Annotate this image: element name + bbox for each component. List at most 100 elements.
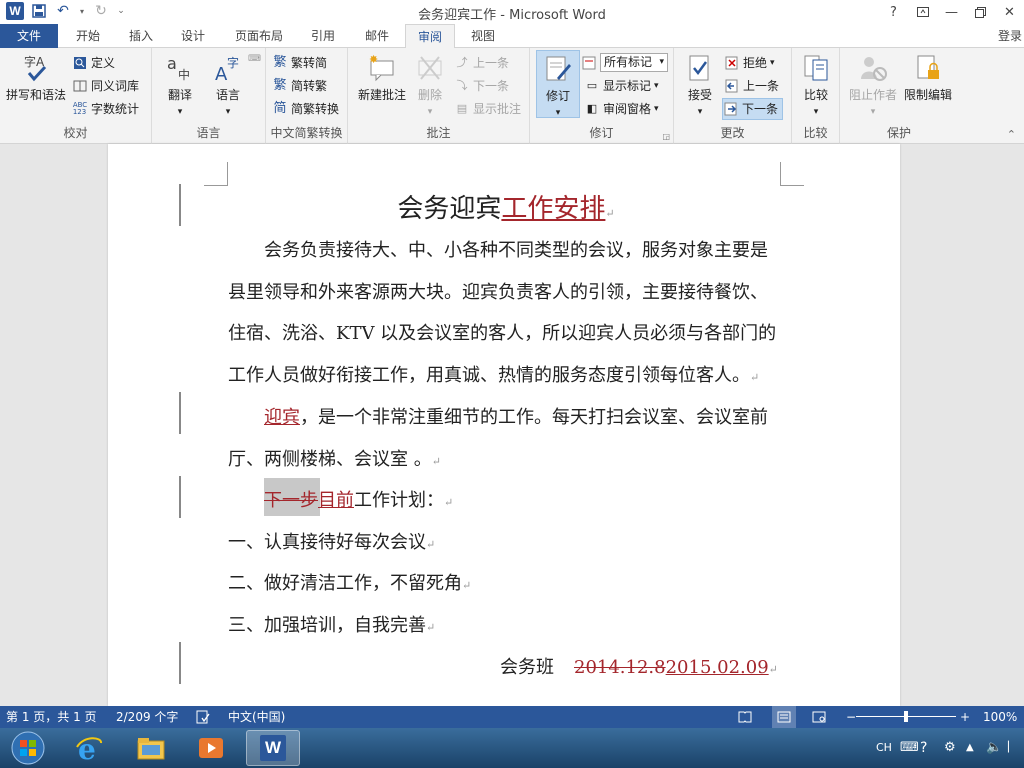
- tab-review[interactable]: 审阅: [405, 24, 455, 49]
- lock-document-icon: [912, 52, 944, 84]
- thesaurus-button[interactable]: 同义词库: [72, 75, 139, 97]
- translate-button[interactable]: a中 翻译 ▾: [156, 52, 204, 117]
- settings-tray-icon[interactable]: ⚙: [944, 728, 956, 768]
- taskbar: e W CH ⌨ ? ⚙ ▲ 🔈 ▏: [0, 728, 1024, 768]
- page-indicator[interactable]: 第 1 页，共 1 页: [6, 706, 97, 728]
- taskbar-media-player-icon[interactable]: [184, 730, 238, 766]
- help-tray-icon[interactable]: ?: [920, 728, 927, 768]
- track-changes-button[interactable]: 修订 ▾: [536, 50, 580, 118]
- language-indicator[interactable]: 中文(中国): [228, 706, 285, 728]
- proofing-status-icon[interactable]: [196, 706, 210, 728]
- paragraph-1-line-1[interactable]: 会务负责接待大、中、小各种不同类型的会议，服务对象主要是: [228, 236, 784, 262]
- list-item-2[interactable]: 二、做好清洁工作，不留死角↵: [228, 569, 784, 595]
- tab-home[interactable]: 开始: [64, 24, 112, 48]
- spelling-label: 拼写和语法: [5, 88, 66, 102]
- ribbon: 字A 拼写和语法 定义 同义词库 ABC 123 字数统计 校对 a中 翻译 ▾ A…: [0, 48, 1024, 144]
- group-chinese-conversion: 繁 繁转简 繁 简转繁 简 简繁转换 中文简繁转换: [266, 48, 348, 144]
- paragraph-mark: ↵: [750, 371, 760, 384]
- markup-icon: [582, 56, 596, 73]
- define-icon: [72, 55, 88, 71]
- paragraph-2-line-2[interactable]: 厅、两侧楼梯、会议室 。↵: [228, 445, 784, 471]
- accept-button[interactable]: 接受 ▾: [678, 52, 722, 117]
- keyboard-icon[interactable]: ⌨: [900, 728, 919, 768]
- group-protect: 阻止作者 ▾ 限制编辑 保护: [840, 48, 958, 144]
- previous-comment-button[interactable]: ⤴ 上一条: [454, 52, 510, 74]
- zoom-in-icon[interactable]: +: [960, 706, 970, 728]
- to-traditional-button[interactable]: 繁 繁转简: [272, 52, 327, 74]
- show-comments-button[interactable]: ▤ 显示批注: [454, 98, 521, 120]
- taskbar-ie-icon[interactable]: e: [62, 730, 116, 766]
- new-comment-button[interactable]: ✸ 新建批注: [354, 52, 410, 103]
- reject-button[interactable]: 拒绝 ▾: [724, 52, 775, 74]
- help-icon[interactable]: ?: [879, 0, 908, 24]
- taskbar-explorer-icon[interactable]: [124, 730, 178, 766]
- reject-icon: [724, 55, 740, 71]
- tab-design[interactable]: 设计: [170, 24, 216, 48]
- collapse-ribbon-icon[interactable]: ⌃: [1007, 128, 1016, 141]
- define-button[interactable]: 定义: [72, 52, 115, 74]
- show-desktop-icon[interactable]: ▏: [1008, 728, 1022, 768]
- zoom-out-icon[interactable]: −: [846, 706, 856, 728]
- convert-button[interactable]: 简 简繁转换: [272, 98, 339, 120]
- ribbon-tabs: 文件 开始 插入 设计 页面布局 引用 邮件 审阅 视图 登录: [0, 24, 1024, 49]
- show-comments-icon: ▤: [456, 102, 468, 115]
- spelling-grammar-button[interactable]: 字A 拼写和语法: [4, 52, 68, 103]
- tab-view[interactable]: 视图: [460, 24, 506, 48]
- next-change-button[interactable]: 下一条: [722, 98, 784, 120]
- web-layout-icon[interactable]: [812, 706, 826, 728]
- tab-file[interactable]: 文件: [0, 24, 58, 48]
- taskbar-word-icon[interactable]: W: [246, 730, 300, 766]
- word-count-indicator[interactable]: 2/209 个字: [116, 706, 178, 728]
- show-hidden-icons-icon[interactable]: ▲: [966, 728, 974, 768]
- changes-group-label: 更改: [720, 126, 745, 140]
- document-title[interactable]: 会务迎宾工作安排↵: [228, 188, 784, 225]
- paragraph-3[interactable]: 下一步目前工作计划：↵: [228, 486, 784, 512]
- zoom-slider-thumb[interactable]: [904, 711, 908, 722]
- print-layout-icon[interactable]: [772, 706, 796, 728]
- word-count-button[interactable]: ABC 123 字数统计: [72, 98, 139, 120]
- language-button[interactable]: A字 语言 ▾: [204, 52, 252, 117]
- list-item-3[interactable]: 三、加强培训，自我完善↵: [228, 611, 784, 637]
- read-mode-icon[interactable]: [738, 706, 752, 728]
- minimize-icon[interactable]: —: [937, 0, 966, 24]
- list-item-1[interactable]: 一、认真接待好每次会议↵: [228, 528, 784, 554]
- reviewing-pane-button[interactable]: ◧ 审阅窗格 ▾: [584, 98, 659, 120]
- start-button[interactable]: [2, 730, 54, 766]
- paragraph-1-line-4[interactable]: 工作人员做好衔接工作，用真诚、热情的服务态度引领每位客人。↵: [228, 361, 784, 387]
- compare-button[interactable]: 比较 ▾: [796, 52, 836, 117]
- traditional-icon: 繁: [273, 55, 287, 70]
- ime-indicator[interactable]: CH: [876, 728, 892, 768]
- zoom-level[interactable]: 100%: [983, 706, 1017, 728]
- tab-mailings[interactable]: 邮件: [354, 24, 400, 48]
- restore-icon[interactable]: [966, 0, 995, 24]
- previous-change-button[interactable]: 上一条: [724, 75, 779, 97]
- tab-page-layout[interactable]: 页面布局: [226, 24, 292, 48]
- dialog-launcher-icon[interactable]: ◲: [662, 132, 670, 141]
- show-markup-button[interactable]: ▭ 显示标记 ▾: [584, 75, 659, 97]
- login-link[interactable]: 登录: [998, 24, 1022, 48]
- tab-references[interactable]: 引用: [300, 24, 346, 48]
- to-simplified-button[interactable]: 繁 简转繁: [272, 75, 327, 97]
- tab-insert[interactable]: 插入: [118, 24, 164, 48]
- show-markup-icon: ▭: [586, 79, 598, 92]
- ribbon-display-options-icon[interactable]: [908, 0, 937, 24]
- change-bar: [179, 184, 181, 226]
- paragraph-1-line-2[interactable]: 县里领导和外来客源两大块。迎宾负责客人的引领，主要接待餐饮、: [228, 278, 784, 304]
- delete-comment-button[interactable]: 删除 ▾: [410, 52, 450, 117]
- svg-text:字: 字: [227, 55, 239, 70]
- zoom-slider[interactable]: [856, 706, 956, 728]
- paragraph-1-line-3[interactable]: 住宿、洗浴、KTV 以及会议室的客人，所以迎宾人员必须与各部门的: [228, 319, 784, 345]
- restrict-editing-button[interactable]: 限制编辑: [900, 52, 956, 103]
- chinese-conversion-group-label: 中文简繁转换: [270, 126, 343, 140]
- volume-icon[interactable]: 🔈: [986, 728, 1002, 768]
- close-icon[interactable]: ✕: [995, 0, 1024, 24]
- svg-text:字A: 字A: [24, 54, 45, 69]
- block-authors-button[interactable]: 阻止作者 ▾: [844, 52, 902, 117]
- paragraph-2-line-1[interactable]: 迎宾，是一个非常注重细节的工作。每天打扫会议室、会议室前: [228, 403, 784, 429]
- next-comment-button[interactable]: ⤵ 下一条: [454, 75, 510, 97]
- signature-line[interactable]: 会务班 2014.12.82015.02.09↵: [500, 653, 778, 679]
- markup-select[interactable]: 所有标记 ▾: [600, 53, 668, 72]
- word-count-icon: ABC 123: [72, 101, 88, 116]
- group-tracking: 修订 ▾ 所有标记 ▾ ▭ 显示标记 ▾ ◧ 审阅窗格 ▾ 修订 ◲: [530, 48, 674, 144]
- track-changes-icon: [542, 53, 574, 85]
